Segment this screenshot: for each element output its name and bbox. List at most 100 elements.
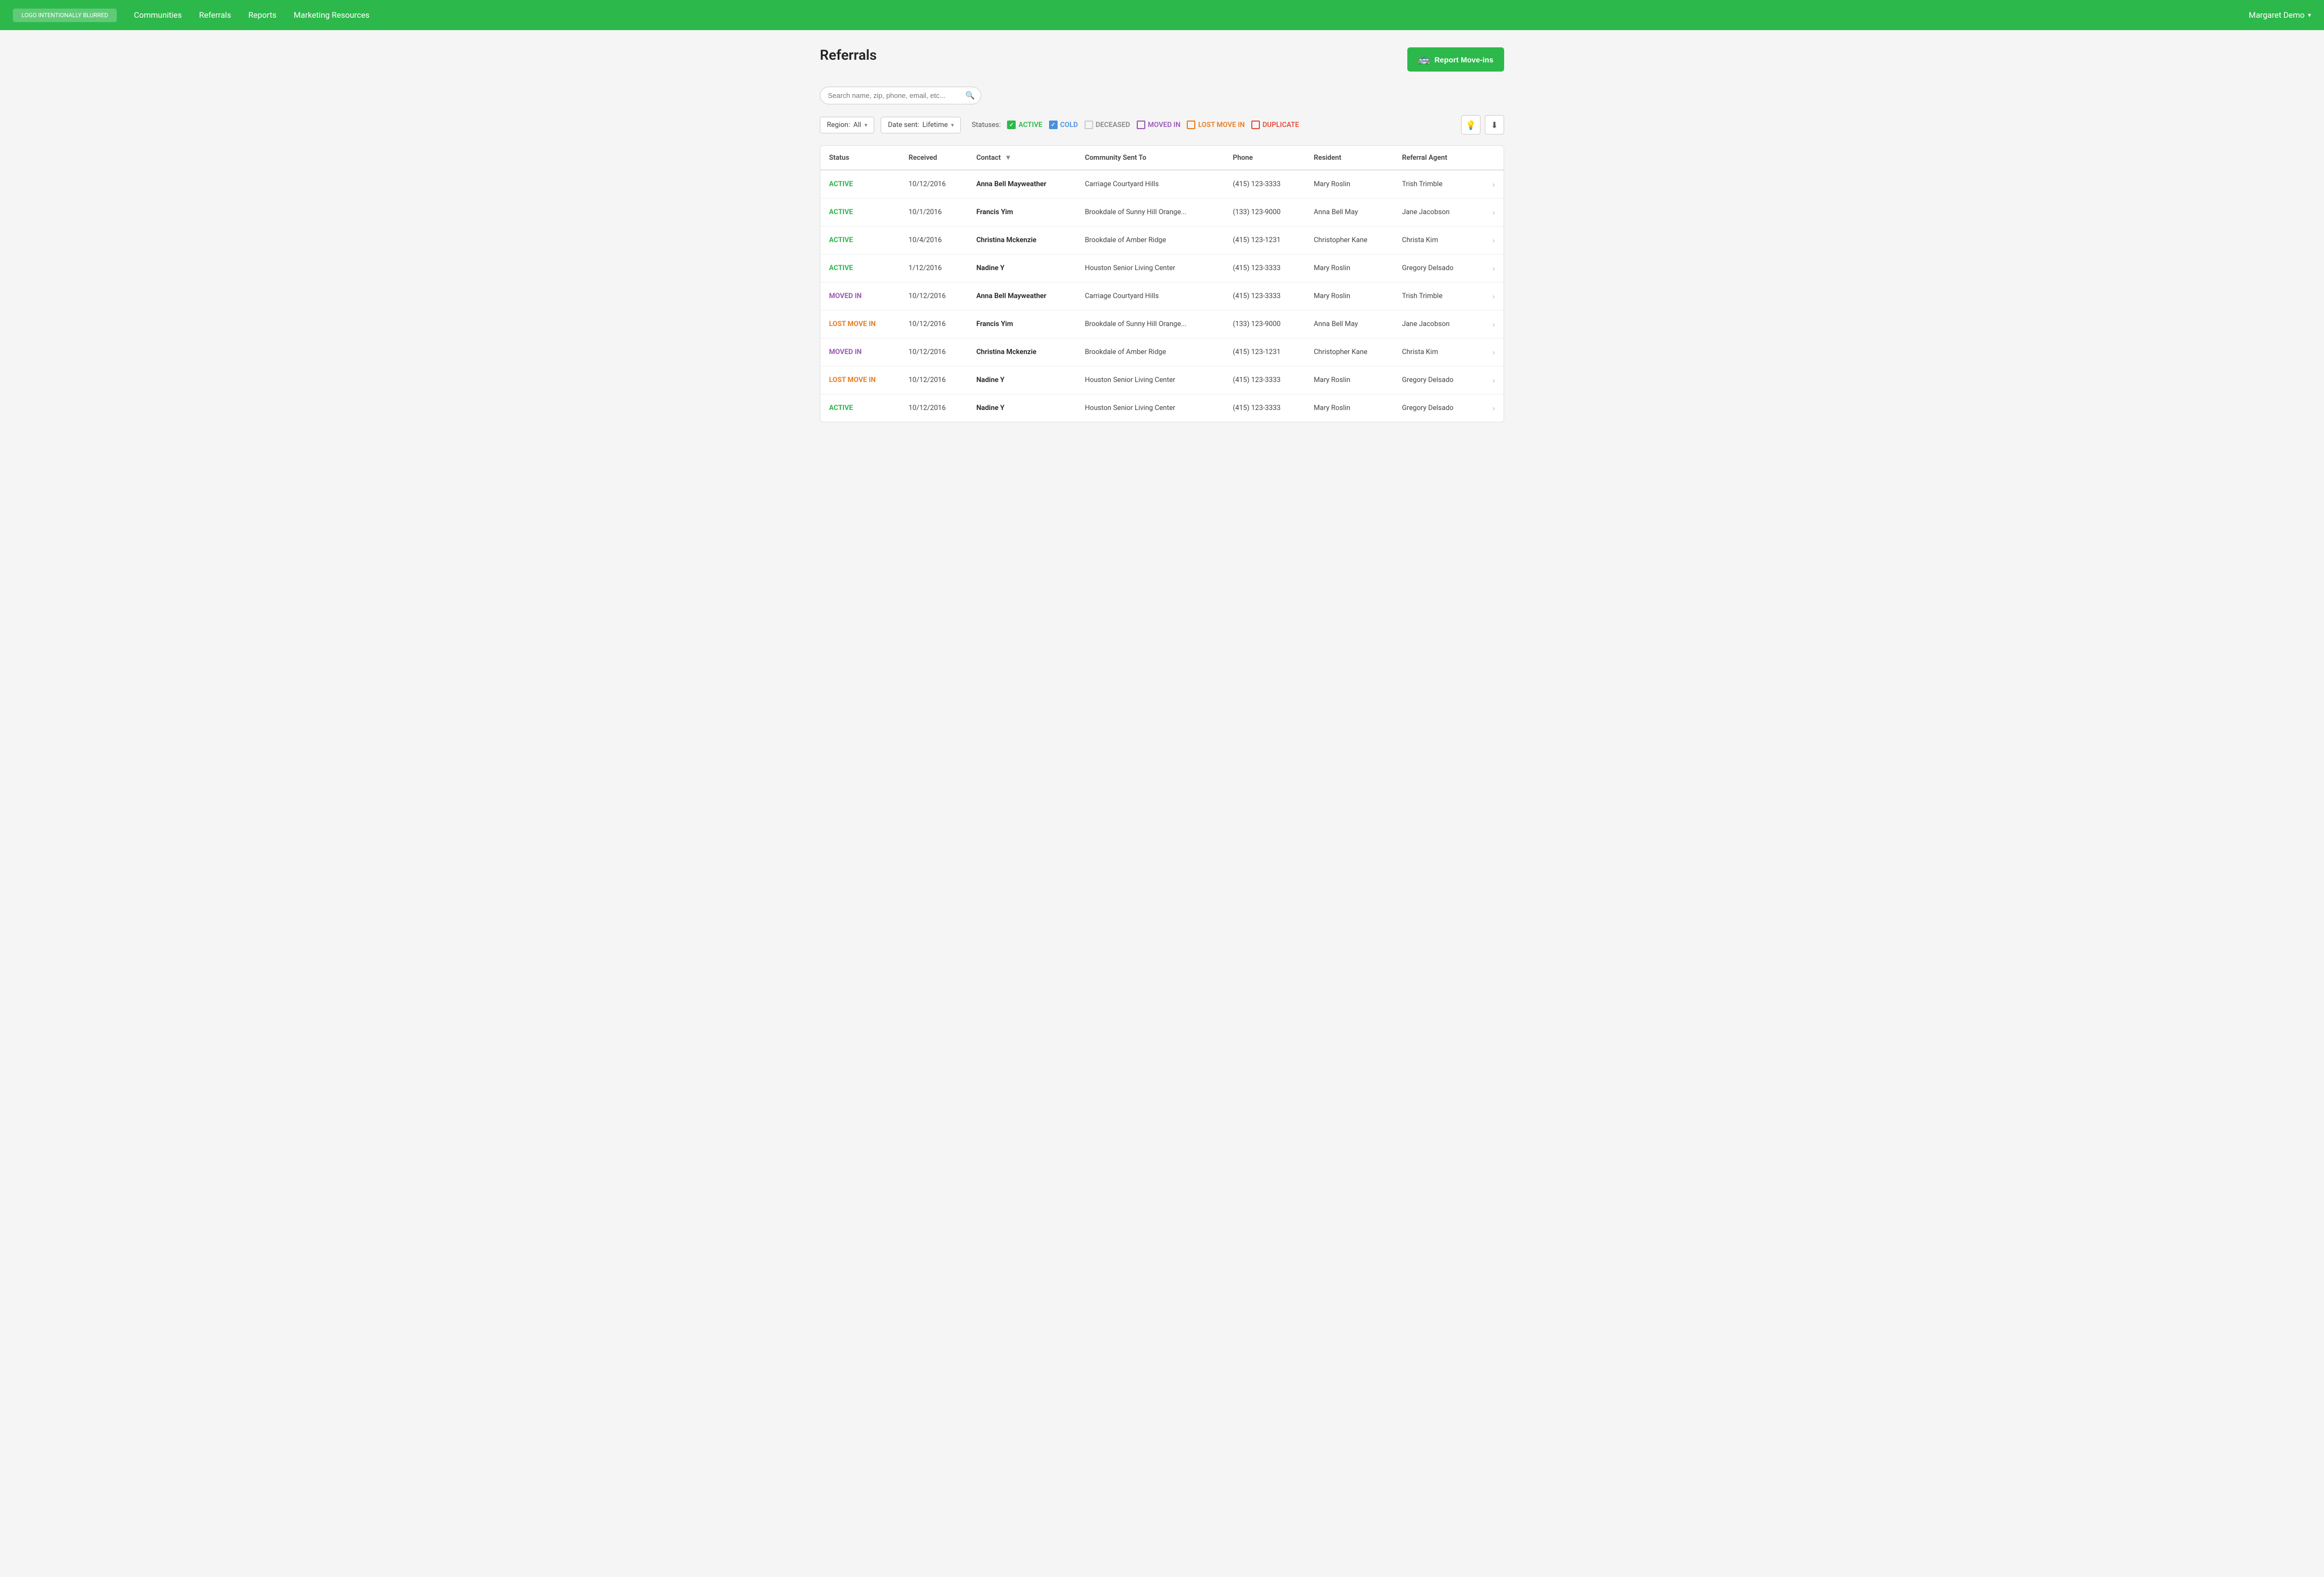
cold-label: COLD: [1060, 121, 1078, 129]
table-row[interactable]: ACTIVE 10/12/2016 Anna Bell Mayweather C…: [820, 170, 1504, 199]
row-chevron-icon[interactable]: ›: [1479, 394, 1504, 422]
nav-referrals[interactable]: Referrals: [199, 10, 231, 20]
row-chevron-icon[interactable]: ›: [1479, 227, 1504, 254]
statuses-label: Statuses:: [972, 121, 1001, 129]
cell-received: 10/12/2016: [900, 170, 968, 199]
cell-resident: Mary Roslin: [1305, 366, 1393, 394]
cell-community: Brookdale of Amber Ridge: [1076, 227, 1224, 254]
cell-received: 10/12/2016: [900, 394, 968, 422]
duplicate-checkbox[interactable]: [1251, 121, 1260, 129]
cell-phone: (415) 123-3333: [1224, 282, 1305, 310]
table-row[interactable]: ACTIVE 10/4/2016 Christina Mckenzie Broo…: [820, 227, 1504, 254]
col-contact[interactable]: Contact ▼: [968, 146, 1076, 170]
cell-phone: (415) 123-1231: [1224, 338, 1305, 366]
cell-agent: Trish Trimble: [1393, 282, 1479, 310]
row-chevron-icon[interactable]: ›: [1479, 170, 1504, 199]
user-menu[interactable]: Margaret Demo ▾: [2249, 10, 2311, 20]
search-input[interactable]: [820, 87, 981, 104]
cell-agent: Gregory Delsado: [1393, 394, 1479, 422]
search-row: 🔍: [820, 87, 1504, 104]
cell-community: Houston Senior Living Center: [1076, 394, 1224, 422]
report-btn-label: Report Move-ins: [1434, 55, 1493, 64]
download-button[interactable]: ⬇: [1485, 115, 1504, 135]
row-chevron-icon[interactable]: ›: [1479, 282, 1504, 310]
main-content: Referrals 🚌 Report Move-ins 🔍 Region: Al…: [807, 30, 1517, 440]
table-row[interactable]: ACTIVE 1/12/2016 Nadine Y Houston Senior…: [820, 254, 1504, 282]
cell-contact: Christina Mckenzie: [968, 338, 1076, 366]
date-caret-icon: ▾: [951, 122, 954, 129]
region-value: All: [853, 121, 861, 129]
row-chevron-icon[interactable]: ›: [1479, 199, 1504, 227]
cell-phone: (415) 123-3333: [1224, 366, 1305, 394]
status-filter-cold[interactable]: ✓ COLD: [1049, 121, 1078, 129]
lost-move-in-checkbox[interactable]: [1187, 121, 1195, 129]
cell-resident: Anna Bell May: [1305, 310, 1393, 338]
search-icon: 🔍: [966, 91, 975, 100]
cold-checkbox[interactable]: ✓: [1049, 121, 1058, 129]
cell-community: Brookdale of Sunny Hill Orange...: [1076, 199, 1224, 227]
region-filter[interactable]: Region: All ▾: [820, 117, 874, 133]
date-value: Lifetime: [923, 121, 948, 129]
status-filter-active[interactable]: ✓ ACTIVE: [1007, 121, 1042, 129]
report-move-ins-button[interactable]: 🚌 Report Move-ins: [1407, 47, 1504, 72]
cell-agent: Gregory Delsado: [1393, 254, 1479, 282]
active-checkbox[interactable]: ✓: [1007, 121, 1016, 129]
cell-resident: Anna Bell May: [1305, 199, 1393, 227]
lightbulb-icon: 💡: [1465, 120, 1476, 130]
row-chevron-icon[interactable]: ›: [1479, 338, 1504, 366]
nav-reports[interactable]: Reports: [249, 10, 277, 20]
cell-phone: (133) 123-9000: [1224, 199, 1305, 227]
duplicate-label: DUPLICATE: [1263, 121, 1299, 129]
col-phone: Phone: [1224, 146, 1305, 170]
nav-marketing-resources[interactable]: Marketing Resources: [294, 10, 370, 20]
date-filter[interactable]: Date sent: Lifetime ▾: [881, 117, 961, 133]
col-community: Community Sent To: [1076, 146, 1224, 170]
cell-received: 10/12/2016: [900, 338, 968, 366]
cell-resident: Christopher Kane: [1305, 227, 1393, 254]
cell-resident: Christopher Kane: [1305, 338, 1393, 366]
moved-in-checkbox[interactable]: [1137, 121, 1145, 129]
nav-communities[interactable]: Communities: [134, 10, 182, 20]
cell-received: 10/1/2016: [900, 199, 968, 227]
cell-contact: Nadine Y: [968, 394, 1076, 422]
cell-status: MOVED IN: [820, 338, 900, 366]
page-title: Referrals: [820, 47, 877, 63]
cell-community: Brookdale of Amber Ridge: [1076, 338, 1224, 366]
cell-contact: Francis Yim: [968, 199, 1076, 227]
table-row[interactable]: LOST MOVE IN 10/12/2016 Francis Yim Broo…: [820, 310, 1504, 338]
lost-move-in-label: LOST MOVE IN: [1198, 121, 1245, 129]
status-filter-lost-move-in[interactable]: LOST MOVE IN: [1187, 121, 1245, 129]
cell-phone: (415) 123-3333: [1224, 394, 1305, 422]
active-label: ACTIVE: [1018, 121, 1042, 129]
lightbulb-button[interactable]: 💡: [1461, 115, 1480, 135]
row-chevron-icon[interactable]: ›: [1479, 254, 1504, 282]
table-row[interactable]: MOVED IN 10/12/2016 Christina Mckenzie B…: [820, 338, 1504, 366]
logo: LOGO INTENTIONALLY BLURRED: [13, 9, 117, 22]
cell-phone: (415) 123-1231: [1224, 227, 1305, 254]
table-body: ACTIVE 10/12/2016 Anna Bell Mayweather C…: [820, 170, 1504, 422]
status-filter-duplicate[interactable]: DUPLICATE: [1251, 121, 1299, 129]
cell-status: ACTIVE: [820, 394, 900, 422]
cell-status: LOST MOVE IN: [820, 310, 900, 338]
user-caret-icon: ▾: [2308, 11, 2311, 19]
table-row[interactable]: LOST MOVE IN 10/12/2016 Nadine Y Houston…: [820, 366, 1504, 394]
row-chevron-icon[interactable]: ›: [1479, 366, 1504, 394]
cell-resident: Mary Roslin: [1305, 170, 1393, 199]
cell-agent: Trish Trimble: [1393, 170, 1479, 199]
deceased-checkbox[interactable]: [1085, 121, 1093, 129]
truck-icon: 🚌: [1418, 54, 1430, 65]
table-row[interactable]: ACTIVE 10/1/2016 Francis Yim Brookdale o…: [820, 199, 1504, 227]
cell-contact: Nadine Y: [968, 366, 1076, 394]
status-filter-deceased[interactable]: DECEASED: [1085, 121, 1130, 129]
cell-contact: Anna Bell Mayweather: [968, 170, 1076, 199]
table-row[interactable]: ACTIVE 10/12/2016 Nadine Y Houston Senio…: [820, 394, 1504, 422]
row-chevron-icon[interactable]: ›: [1479, 310, 1504, 338]
table-row[interactable]: MOVED IN 10/12/2016 Anna Bell Mayweather…: [820, 282, 1504, 310]
page-header: Referrals 🚌 Report Move-ins: [820, 47, 1504, 72]
cell-status: ACTIVE: [820, 227, 900, 254]
cell-resident: Mary Roslin: [1305, 394, 1393, 422]
cell-received: 10/12/2016: [900, 310, 968, 338]
status-filter-moved-in[interactable]: MOVED IN: [1137, 121, 1181, 129]
cell-status: ACTIVE: [820, 199, 900, 227]
referrals-table-wrap: Status Received Contact ▼ Community Sent…: [820, 145, 1504, 422]
